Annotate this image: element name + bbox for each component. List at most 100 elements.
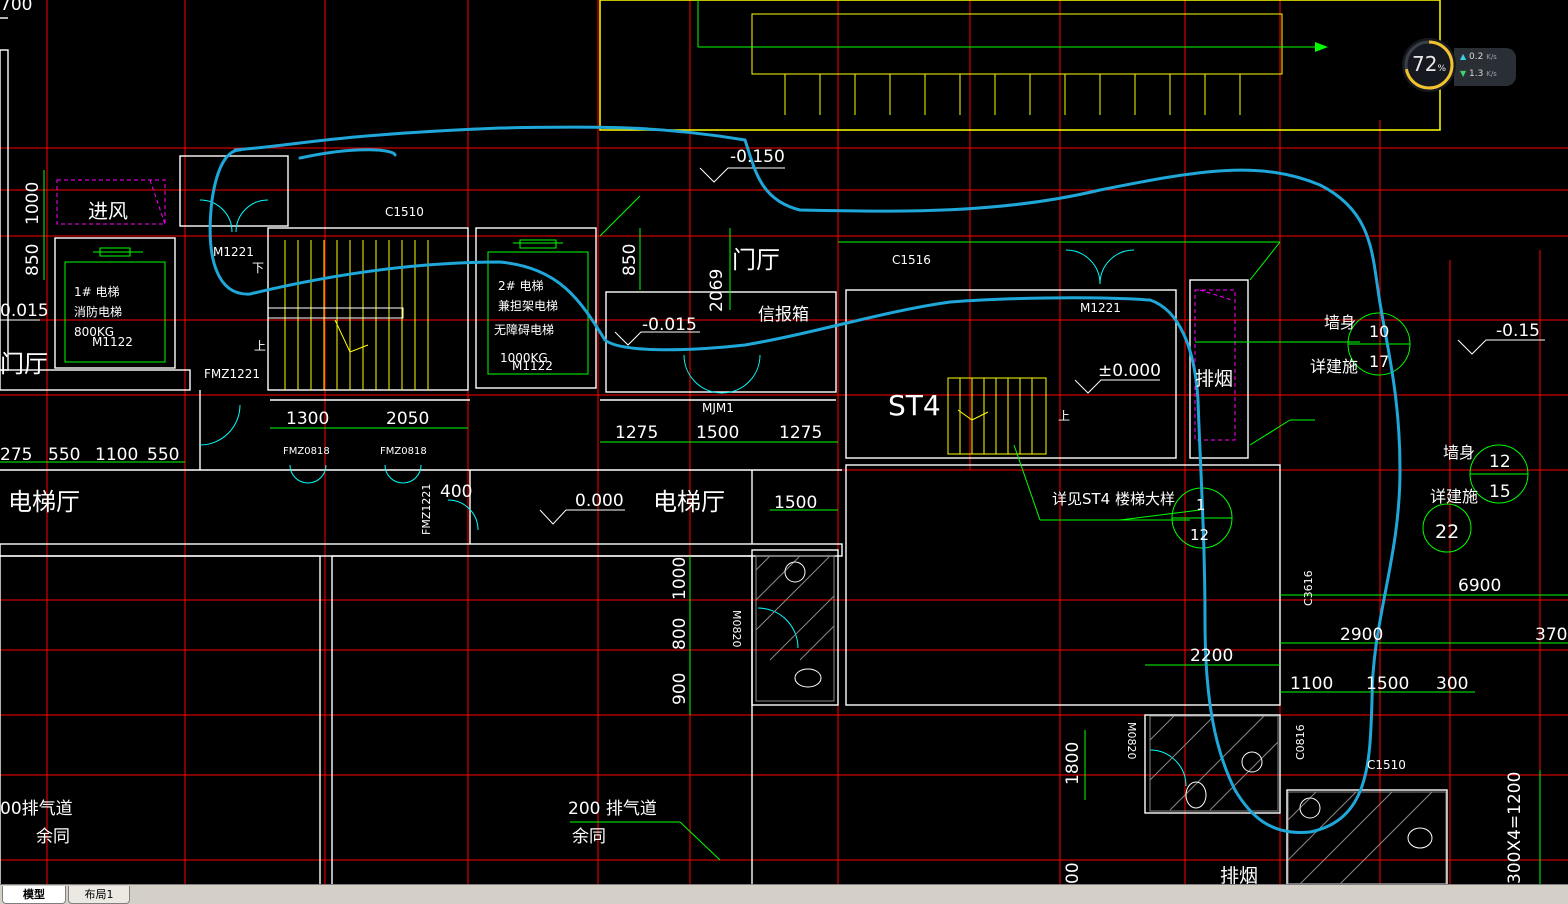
elevation-value: -0.150 [730, 147, 785, 167]
wall-ref-sheet: 22 [1435, 521, 1459, 543]
usage-percent-value: 72 [1411, 52, 1438, 76]
stair-down-mark: 下 [252, 261, 264, 275]
cad-viewport[interactable]: 进风 门厅 电梯厅 电梯厅 信报箱 排烟 排烟 ST4 门厅 1# 电梯 消防电… [0, 0, 1568, 904]
dimension-value: 1100 [1290, 674, 1333, 694]
room-label: 信报箱 [758, 305, 809, 325]
elevator-label: 无障碍电梯 [494, 322, 554, 337]
upload-value: 0.2 [1469, 52, 1484, 62]
upload-unit: K/s [1486, 53, 1497, 61]
dimension-value: 1275 [779, 423, 822, 443]
room-label: 排烟 [1195, 368, 1233, 390]
opening-tag: FMZ1221 [420, 484, 433, 535]
wall-ref-num-bottom: 15 [1489, 482, 1511, 502]
detail-note: 详见ST4 楼梯大样 [1052, 490, 1175, 508]
opening-tag: FMZ1221 [204, 367, 260, 381]
wall-ref-num-top: 12 [1489, 452, 1511, 472]
opening-tag: MJM1 [702, 401, 734, 415]
dimension-value: 1800 [1063, 742, 1083, 785]
dimension-value: 900 [670, 673, 690, 705]
dimension-value: 550 [48, 445, 80, 465]
dimension-value: 1500 [774, 493, 817, 513]
usage-percent: 72% [1402, 52, 1456, 76]
opening-tag: M0820 [1125, 722, 1138, 760]
elevator-label: 2# 电梯 [498, 279, 544, 293]
dimension-value: 550 [147, 445, 179, 465]
top-structure [599, 0, 1441, 131]
dimension-value: 1100 [95, 445, 138, 465]
download-arrow-icon: ▼ [1460, 69, 1467, 78]
stair-up-mark: 上 [1058, 409, 1070, 423]
detail-circles [1171, 312, 1529, 553]
cad-drawing-canvas[interactable]: 进风 门厅 电梯厅 电梯厅 信报箱 排烟 排烟 ST4 门厅 1# 电梯 消防电… [0, 0, 1568, 884]
opening-tag: C0816 [1294, 724, 1307, 760]
opening-tag: M1221 [213, 245, 254, 259]
elevation-value: 0.000 [575, 491, 624, 511]
opening-tag: M1122 [92, 335, 133, 349]
dimension-value: 1300 [286, 409, 329, 429]
elevation-value: ±0.000 [1098, 361, 1161, 381]
upload-arrow-icon: ▲ [1460, 52, 1467, 61]
memory-usage-ring[interactable]: 72% [1402, 38, 1456, 92]
vent-shafts [56, 179, 1236, 441]
dimension-value: 1275 [615, 423, 658, 443]
dimension-value: 850 [620, 244, 640, 276]
wall-ref-title: 墙身 [1324, 313, 1356, 332]
detail-circle-top: 1 [1196, 496, 1206, 514]
elevation-value: 0.015 [0, 301, 49, 321]
dimension-value: 1000 [670, 557, 690, 600]
dimension-lines [0, 170, 1568, 884]
dimension-value: 00 [1063, 862, 1083, 884]
detail-circle-bottom: 12 [1190, 526, 1209, 544]
opening-tag: C1510 [1367, 758, 1406, 772]
room-label: 进风 [88, 199, 128, 223]
wall-ref-title: 墙身 [1443, 443, 1475, 462]
room-label: 电梯厅 [653, 488, 725, 516]
toilet-areas [755, 555, 1447, 884]
opening-tag: C1516 [892, 253, 931, 267]
vent-note-line1: 200 排气道 [568, 799, 657, 819]
elevator-1-labels: 1# 电梯 消防电梯 800KG [74, 285, 122, 339]
vent-note-line2: 余同 [36, 827, 70, 847]
stair-up-mark: 上 [254, 339, 266, 353]
dimension-value: 400 [440, 482, 472, 502]
room-label: 门厅 [732, 246, 780, 274]
opening-tag: FMZ0818 [380, 446, 427, 457]
dimension-value: 850 [23, 244, 43, 276]
elevator-label: 兼担架电梯 [498, 299, 558, 313]
room-label: 排烟 [1220, 865, 1258, 884]
elevator-label: 消防电梯 [74, 304, 122, 319]
opening-tag: C1510 [385, 205, 424, 219]
usage-percent-unit: % [1437, 64, 1446, 74]
dimension-value: 2200 [1190, 646, 1233, 666]
download-unit: K/s [1486, 70, 1497, 78]
wall-ref-note: 详建施 [1310, 357, 1358, 376]
vent-note-line2: 余同 [572, 827, 606, 847]
dimension-value: 1500 [696, 423, 739, 443]
vent-notes: 00排气道 余同 200 排气道 余同 [0, 799, 721, 861]
elevation-value: -0.015 [642, 315, 697, 335]
dimension-value: 1500 [1366, 674, 1409, 694]
stair-marks: 上 下 上 [252, 261, 1070, 423]
opening-tag: M1122 [512, 359, 553, 373]
opening-tag: M1221 [1080, 301, 1121, 315]
wall-ref-num-top: 10 [1369, 322, 1389, 341]
dimension-value: 275 [0, 445, 32, 465]
elevator-label: 1# 电梯 [74, 285, 120, 299]
dimension-value: 300 [1436, 674, 1468, 694]
tab-layout1[interactable]: 布局1 [68, 886, 130, 904]
upload-speed: ▲ 0.2 K/s [1460, 52, 1497, 62]
dimension-labels: 700 1000 850 850 2069 1300 2050 1275 150… [0, 0, 1567, 884]
opening-tag: FMZ0818 [283, 446, 330, 457]
elevation-labels: -0.150 -0.015 ±0.000 0.000 -0.15 0.015 [0, 147, 1540, 511]
network-speed-widget[interactable]: ▲ 0.2 K/s ▼ 1.3 K/s 72% [1402, 38, 1518, 92]
room-label: ST4 [888, 389, 941, 422]
dimension-value: 300X4=1200 [1505, 772, 1525, 884]
markup-annotation [208, 125, 1402, 834]
elevation-value: -0.15 [1496, 321, 1540, 341]
dimension-value: 800 [670, 618, 690, 650]
dimension-value: 1000 [23, 182, 43, 225]
wall-ref-note: 详建施 [1430, 487, 1478, 506]
tab-model[interactable]: 模型 [2, 886, 66, 904]
layout-tab-bar: 模型 布局1 [0, 884, 1568, 904]
dimension-value: 700 [0, 0, 32, 15]
